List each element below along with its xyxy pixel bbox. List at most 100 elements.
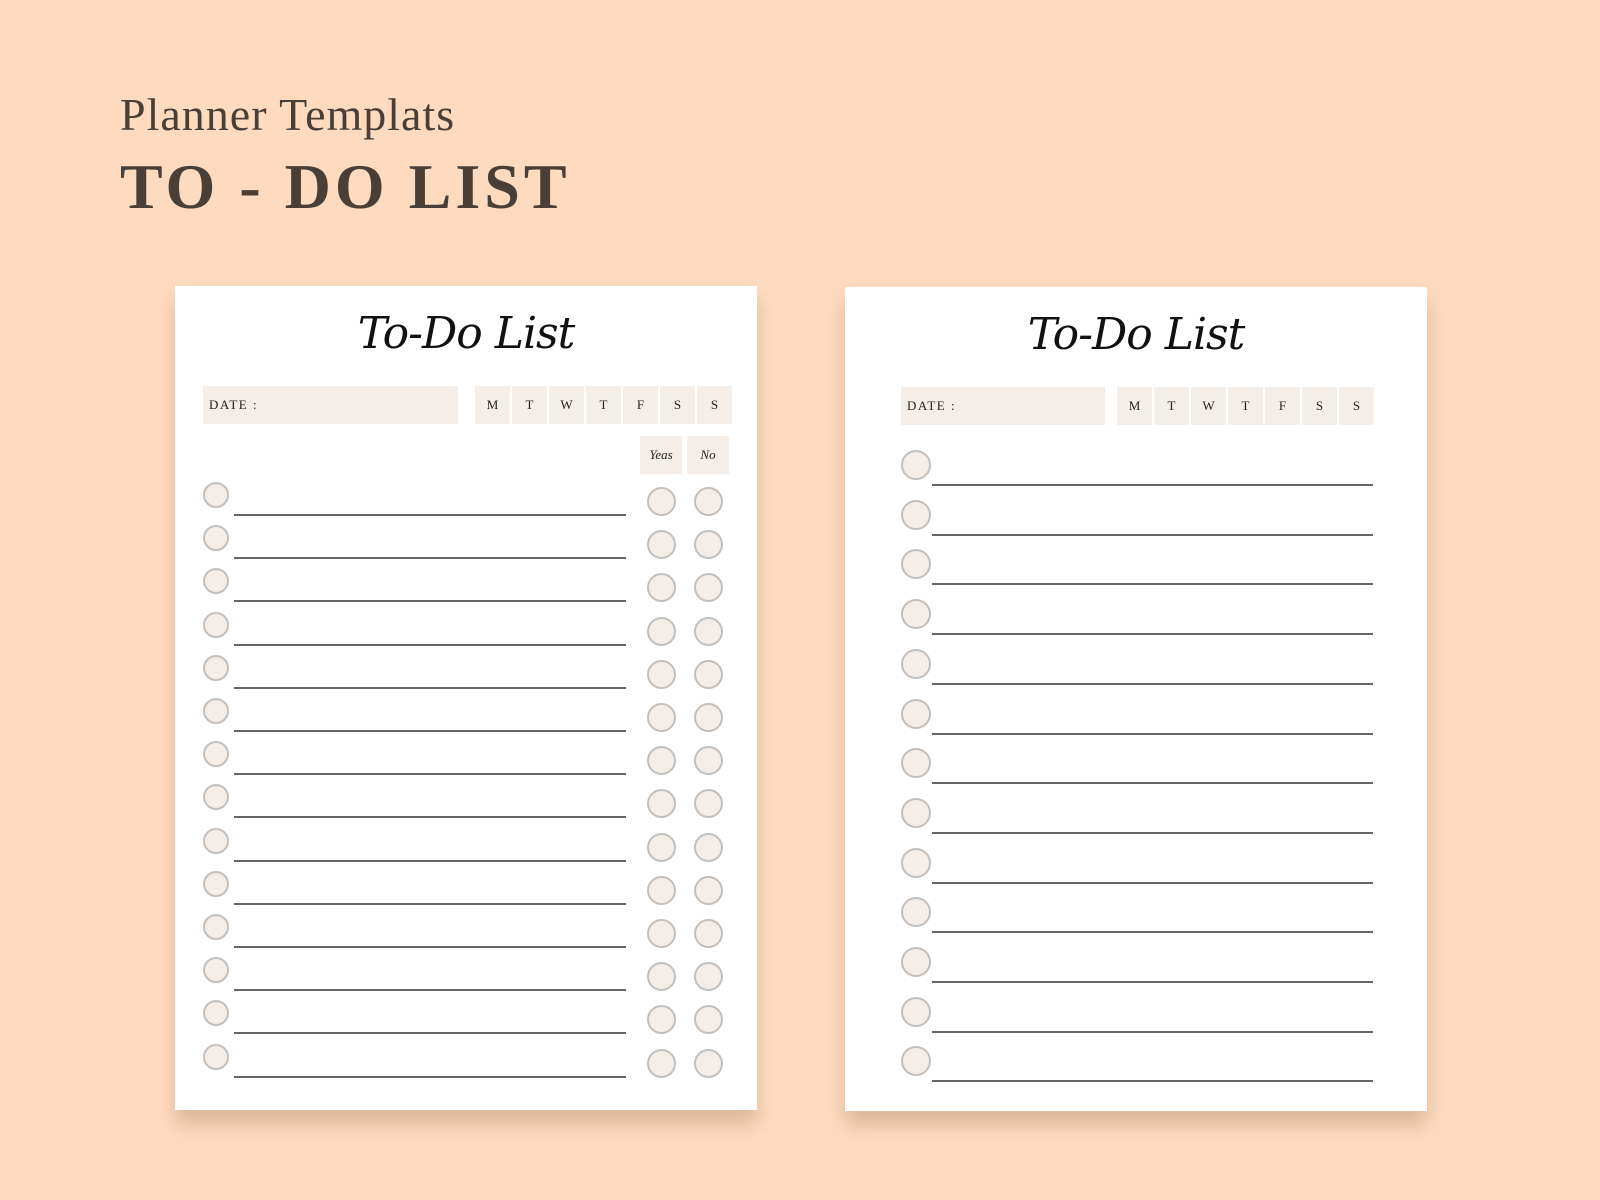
day-cell[interactable]: S	[697, 386, 732, 424]
no-checkbox[interactable]	[694, 789, 723, 819]
yes-checkbox[interactable]	[647, 875, 676, 905]
yes-checkbox[interactable]	[647, 616, 676, 646]
yes-checkbox[interactable]	[647, 746, 676, 776]
yes-checkbox[interactable]	[647, 703, 676, 732]
day-cell[interactable]: F	[1265, 387, 1300, 425]
task-line[interactable]	[234, 600, 626, 603]
task-line[interactable]	[234, 686, 626, 689]
yes-checkbox[interactable]	[647, 962, 676, 992]
no-checkbox[interactable]	[694, 1048, 723, 1078]
task-checkbox[interactable]	[203, 784, 229, 811]
date-field[interactable]: DATE :	[203, 386, 458, 424]
day-cell[interactable]: T	[1154, 387, 1189, 425]
task-checkbox[interactable]	[901, 549, 931, 580]
task-checkbox[interactable]	[901, 748, 931, 779]
task-checkbox[interactable]	[901, 648, 931, 679]
task-line[interactable]	[932, 732, 1373, 735]
no-checkbox[interactable]	[694, 832, 723, 862]
task-checkbox[interactable]	[901, 847, 931, 878]
task-line[interactable]	[932, 831, 1373, 834]
day-cell[interactable]: S	[1302, 387, 1337, 425]
no-checkbox[interactable]	[694, 875, 723, 905]
no-checkbox[interactable]	[694, 487, 723, 516]
yes-checkbox[interactable]	[647, 573, 676, 603]
no-checkbox[interactable]	[694, 919, 723, 948]
no-checkbox[interactable]	[694, 573, 723, 603]
day-cell[interactable]: T	[1228, 387, 1263, 425]
task-checkbox[interactable]	[203, 914, 229, 940]
yes-checkbox[interactable]	[647, 659, 676, 689]
task-line[interactable]	[234, 773, 626, 776]
task-checkbox[interactable]	[203, 870, 229, 897]
no-checkbox[interactable]	[694, 962, 723, 992]
yes-checkbox[interactable]	[647, 530, 676, 560]
task-checkbox[interactable]	[901, 1046, 931, 1077]
no-checkbox[interactable]	[694, 1005, 723, 1035]
task-line[interactable]	[234, 902, 626, 905]
day-cell[interactable]: W	[549, 386, 584, 424]
task-line[interactable]	[234, 1032, 626, 1035]
task-line[interactable]	[932, 931, 1373, 934]
day-cell[interactable]: F	[623, 386, 658, 424]
task-checkbox[interactable]	[203, 568, 229, 595]
no-checkbox[interactable]	[694, 659, 723, 689]
yes-checkbox[interactable]	[647, 919, 676, 948]
task-checkbox[interactable]	[901, 996, 931, 1027]
day-cell[interactable]: S	[660, 386, 695, 424]
task-checkbox[interactable]	[901, 897, 931, 928]
task-line[interactable]	[932, 682, 1373, 685]
yes-checkbox[interactable]	[647, 1005, 676, 1035]
day-cell[interactable]: T	[586, 386, 621, 424]
task-checkbox[interactable]	[203, 654, 229, 681]
no-checkbox[interactable]	[694, 703, 723, 732]
task-line[interactable]	[234, 989, 626, 992]
yes-checkbox[interactable]	[647, 832, 676, 862]
task-line[interactable]	[234, 946, 626, 948]
task-line[interactable]	[932, 533, 1373, 536]
no-checkbox[interactable]	[694, 530, 723, 560]
task-checkbox[interactable]	[901, 797, 931, 828]
task-line[interactable]	[932, 1030, 1373, 1033]
date-field[interactable]: DATE :	[901, 387, 1105, 425]
day-cell[interactable]: M	[475, 386, 510, 424]
task-line[interactable]	[932, 633, 1373, 636]
task-checkbox[interactable]	[901, 698, 931, 729]
task-checkbox[interactable]	[203, 525, 229, 552]
task-checkbox[interactable]	[203, 957, 229, 984]
task-line[interactable]	[234, 643, 626, 646]
task-checkbox[interactable]	[203, 611, 229, 638]
task-line[interactable]	[234, 557, 626, 560]
task-line[interactable]	[932, 583, 1373, 586]
task-checkbox[interactable]	[203, 482, 229, 508]
day-cell[interactable]: M	[1117, 387, 1152, 425]
day-cell[interactable]: W	[1191, 387, 1226, 425]
task-line[interactable]	[932, 484, 1373, 486]
weekday-selector: M T W T F S S	[1117, 387, 1374, 425]
task-line[interactable]	[932, 881, 1373, 884]
yes-checkbox[interactable]	[647, 1048, 676, 1078]
task-line[interactable]	[932, 782, 1373, 785]
task-line[interactable]	[932, 981, 1373, 983]
no-checkbox[interactable]	[694, 746, 723, 776]
yes-checkbox[interactable]	[647, 789, 676, 819]
task-line[interactable]	[234, 816, 626, 819]
task-checkbox[interactable]	[203, 741, 229, 768]
task-checkbox[interactable]	[203, 1043, 229, 1070]
task-checkbox[interactable]	[901, 947, 931, 977]
no-checkbox[interactable]	[694, 616, 723, 646]
task-line[interactable]	[234, 514, 626, 516]
task-checkbox[interactable]	[203, 827, 229, 854]
day-cell[interactable]: S	[1339, 387, 1374, 425]
task-line[interactable]	[234, 730, 626, 732]
task-checkbox[interactable]	[203, 698, 229, 724]
yes-checkbox[interactable]	[647, 487, 676, 516]
day-cell[interactable]: T	[512, 386, 547, 424]
task-checkbox[interactable]	[203, 1000, 229, 1027]
task-line[interactable]	[234, 1075, 626, 1078]
task-checkbox[interactable]	[901, 599, 931, 630]
task-checkbox[interactable]	[901, 450, 931, 480]
task-checkbox[interactable]	[901, 499, 931, 530]
task-line[interactable]	[234, 859, 626, 862]
header-title: TO - DO LIST	[120, 151, 571, 222]
task-line[interactable]	[932, 1080, 1373, 1083]
